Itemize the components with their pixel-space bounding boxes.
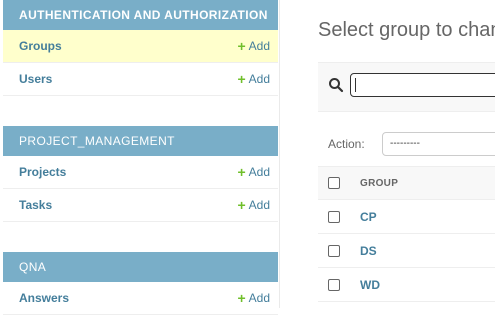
add-tasks-link[interactable]: + Add [237, 198, 270, 212]
page-title: Select group to chan [318, 19, 495, 41]
model-link-users[interactable]: Users [19, 72, 52, 86]
action-label: Action: [328, 137, 365, 151]
plus-icon: + [237, 164, 246, 180]
add-groups-link[interactable]: + Add [237, 39, 270, 53]
plus-icon: + [237, 71, 246, 87]
add-label: Add [248, 39, 270, 53]
sidebar-item-groups: Groups + Add [3, 30, 278, 63]
add-label: Add [248, 165, 270, 179]
model-link-projects[interactable]: Projects [19, 165, 66, 179]
table-header-row: GROUP [318, 166, 495, 200]
text-caret [355, 78, 356, 92]
search-toolbar [318, 62, 495, 112]
model-link-answers[interactable]: Answers [19, 291, 69, 305]
sidebar-item-users: Users + Add [3, 63, 278, 96]
sidebar-nav: AUTHENTICATION AND AUTHORIZATION Groups … [0, 0, 280, 315]
add-users-link[interactable]: + Add [237, 72, 270, 86]
group-link[interactable]: WD [360, 278, 380, 292]
add-projects-link[interactable]: + Add [237, 165, 270, 179]
group-link[interactable]: DS [360, 244, 377, 258]
model-link-groups[interactable]: Groups [19, 39, 62, 53]
group-link[interactable]: CP [360, 210, 377, 224]
module-project-management: PROJECT_MANAGEMENT Projects + Add Tasks … [3, 126, 278, 222]
module-header[interactable]: AUTHENTICATION AND AUTHORIZATION [3, 0, 278, 30]
results-table: GROUP CP DS WD [318, 166, 495, 302]
add-label: Add [248, 291, 270, 305]
model-link-tasks[interactable]: Tasks [19, 198, 52, 212]
module-header[interactable]: PROJECT_MANAGEMENT [3, 126, 278, 156]
row-checkbox[interactable] [328, 278, 340, 291]
table-row: DS [318, 234, 495, 268]
row-checkbox[interactable] [328, 244, 340, 257]
sidebar-item-tasks: Tasks + Add [3, 189, 278, 222]
action-select[interactable]: --------- [382, 132, 495, 156]
plus-icon: + [237, 290, 246, 306]
search-input[interactable] [350, 73, 495, 97]
module-header[interactable]: QNA [3, 252, 278, 282]
column-header-group[interactable]: GROUP [360, 178, 398, 189]
module-auth: AUTHENTICATION AND AUTHORIZATION Groups … [3, 0, 278, 96]
sidebar-item-answers: Answers + Add [3, 282, 278, 315]
select-all-checkbox[interactable] [328, 177, 340, 189]
table-row: WD [318, 268, 495, 302]
row-checkbox[interactable] [328, 210, 340, 223]
add-label: Add [248, 72, 270, 86]
table-row: CP [318, 200, 495, 234]
module-qna: QNA Answers + Add [3, 252, 278, 315]
search-icon [329, 78, 344, 93]
add-answers-link[interactable]: + Add [237, 291, 270, 305]
plus-icon: + [237, 197, 246, 213]
sidebar-item-projects: Projects + Add [3, 156, 278, 189]
add-label: Add [248, 198, 270, 212]
main-content: Select group to chan Action: --------- G… [280, 0, 495, 308]
plus-icon: + [237, 38, 246, 54]
